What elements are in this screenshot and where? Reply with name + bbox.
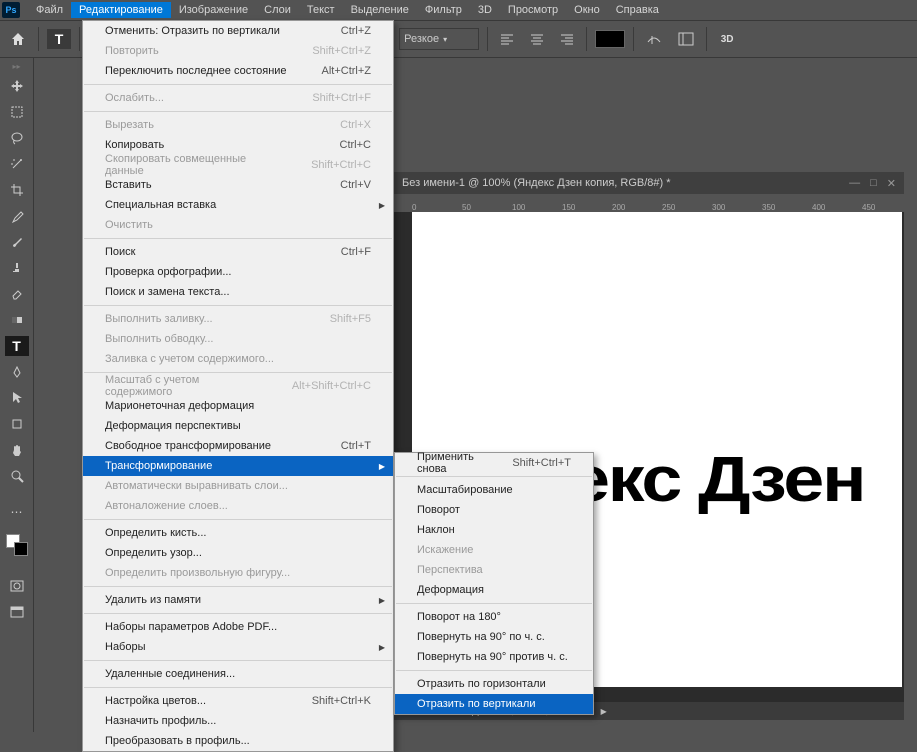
gradient-tool[interactable] — [5, 310, 29, 330]
menuitem[interactable]: Удалить из памяти — [83, 590, 393, 610]
document-title: Без имени-1 @ 100% (Яндекс Дзен копия, R… — [402, 177, 671, 189]
menuitem[interactable]: Деформация перспективы — [83, 416, 393, 436]
maximize-icon[interactable]: □ — [870, 177, 877, 190]
quickmask-icon[interactable] — [5, 576, 29, 596]
menuitem[interactable]: Отразить по горизонтали — [395, 674, 593, 694]
shape-tool[interactable] — [5, 414, 29, 434]
move-tool[interactable] — [5, 76, 29, 96]
more-tools-icon[interactable]: ⋯ — [5, 502, 29, 522]
menuitem[interactable]: Свободное трансформированиеCtrl+T — [83, 436, 393, 456]
align-left-icon[interactable] — [496, 28, 518, 50]
antialias-dropdown[interactable]: Резкое▾ — [399, 28, 479, 50]
menuitem[interactable]: Преобразовать в профиль... — [83, 731, 393, 751]
brush-tool[interactable] — [5, 232, 29, 252]
menuitem[interactable]: Марионеточная деформация — [83, 396, 393, 416]
menu-окно[interactable]: Окно — [566, 2, 608, 18]
hand-tool[interactable] — [5, 440, 29, 460]
close-icon[interactable]: ✕ — [887, 177, 896, 190]
menuitem[interactable]: КопироватьCtrl+C — [83, 135, 393, 155]
text-tool-indicator[interactable]: T — [47, 29, 71, 49]
menuitem[interactable]: Наборы параметров Adobe PDF... — [83, 617, 393, 637]
menuitem[interactable]: Отменить: Отразить по вертикалиCtrl+Z — [83, 21, 393, 41]
menu-текст[interactable]: Текст — [299, 2, 343, 18]
handle-icon[interactable]: ▸▸ — [5, 62, 29, 70]
left-toolbox: ▸▸ T ⋯ — [0, 58, 34, 732]
status-caret[interactable]: ▶ — [601, 707, 607, 716]
menuitem[interactable]: Специальная вставка — [83, 195, 393, 215]
menu-выделение[interactable]: Выделение — [343, 2, 417, 18]
menu-файл[interactable]: Файл — [28, 2, 71, 18]
menuitem[interactable]: ПоискCtrl+F — [83, 242, 393, 262]
marquee-tool[interactable] — [5, 102, 29, 122]
edit-menu-dropdown: Отменить: Отразить по вертикалиCtrl+ZПов… — [82, 20, 394, 752]
align-right-icon[interactable] — [556, 28, 578, 50]
menuitem[interactable]: Назначить профиль... — [83, 711, 393, 731]
ruler-horizontal: 050100150200250300350400450500 — [394, 194, 904, 212]
menuitem: ПовторитьShift+Ctrl+Z — [83, 41, 393, 61]
menuitem[interactable]: Удаленные соединения... — [83, 664, 393, 684]
menu-изображение[interactable]: Изображение — [171, 2, 256, 18]
crop-tool[interactable] — [5, 180, 29, 200]
color-swatches[interactable] — [6, 534, 28, 556]
menuitem[interactable]: ВставитьCtrl+V — [83, 175, 393, 195]
menuitem[interactable]: Масштабирование — [395, 480, 593, 500]
menuitem[interactable]: Повернуть на 90° против ч. с. — [395, 647, 593, 667]
text-color-swatch[interactable] — [595, 30, 625, 48]
menuitem[interactable]: Поиск и замена текста... — [83, 282, 393, 302]
menuitem[interactable]: Переключить последнее состояниеAlt+Ctrl+… — [83, 61, 393, 81]
path-select-tool[interactable] — [5, 388, 29, 408]
menuitem[interactable]: Наклон — [395, 520, 593, 540]
wand-tool[interactable] — [5, 154, 29, 174]
menuitem[interactable]: Повернуть на 90° по ч. с. — [395, 627, 593, 647]
menuitem[interactable]: Трансформирование — [83, 456, 393, 476]
align-center-icon[interactable] — [526, 28, 548, 50]
menu-слои[interactable]: Слои — [256, 2, 299, 18]
pen-tool[interactable] — [5, 362, 29, 382]
minimize-icon[interactable]: — — [849, 177, 860, 190]
menuitem[interactable]: Определить узор... — [83, 543, 393, 563]
char-panel-icon[interactable] — [674, 27, 698, 51]
menu-3d[interactable]: 3D — [470, 2, 500, 18]
menuitem: ВырезатьCtrl+X — [83, 115, 393, 135]
menuitem[interactable]: Поворот — [395, 500, 593, 520]
menuitem[interactable]: Определить кисть... — [83, 523, 393, 543]
menuitem[interactable]: Применить сноваShift+Ctrl+T — [395, 453, 593, 473]
menuitem: Заливка с учетом содержимого... — [83, 349, 393, 369]
stamp-tool[interactable] — [5, 258, 29, 278]
lasso-tool[interactable] — [5, 128, 29, 148]
zoom-tool[interactable] — [5, 466, 29, 486]
menuitem[interactable]: Поворот на 180° — [395, 607, 593, 627]
3d-icon[interactable]: 3D — [715, 27, 739, 51]
type-tool[interactable]: T — [5, 336, 29, 356]
menuitem: Очистить — [83, 215, 393, 235]
transform-submenu: Применить сноваShift+Ctrl+T Масштабирован… — [394, 452, 594, 715]
menuitem: Масштаб с учетом содержимогоAlt+Shift+Ct… — [83, 376, 393, 396]
menuitem[interactable]: Деформация — [395, 580, 593, 600]
menuitem: Скопировать совмещенные данныеShift+Ctrl… — [83, 155, 393, 175]
document-tab[interactable]: Без имени-1 @ 100% (Яндекс Дзен копия, R… — [394, 172, 904, 194]
menubar: Ps ФайлРедактированиеИзображениеСлоиТекс… — [0, 0, 917, 20]
menu-редактирование[interactable]: Редактирование — [71, 2, 171, 18]
menuitem: Автоналожение слоев... — [83, 496, 393, 516]
menuitem: Выполнить заливку...Shift+F5 — [83, 309, 393, 329]
menuitem: Ослабить...Shift+Ctrl+F — [83, 88, 393, 108]
menuitem[interactable]: Отразить по вертикали — [395, 694, 593, 714]
menu-просмотр[interactable]: Просмотр — [500, 2, 566, 18]
app-icon: Ps — [2, 2, 20, 18]
warp-text-icon[interactable] — [642, 27, 666, 51]
home-icon[interactable] — [6, 27, 30, 51]
menuitem[interactable]: Проверка орфографии... — [83, 262, 393, 282]
menuitem: Перспектива — [395, 560, 593, 580]
menuitem: Автоматически выравнивать слои... — [83, 476, 393, 496]
eyedropper-tool[interactable] — [5, 206, 29, 226]
screenmode-icon[interactable] — [5, 602, 29, 622]
menu-справка[interactable]: Справка — [608, 2, 667, 18]
menu-фильтр[interactable]: Фильтр — [417, 2, 470, 18]
menuitem[interactable]: Наборы — [83, 637, 393, 657]
menuitem: Выполнить обводку... — [83, 329, 393, 349]
eraser-tool[interactable] — [5, 284, 29, 304]
menuitem[interactable]: Настройка цветов...Shift+Ctrl+K — [83, 691, 393, 711]
menuitem: Определить произвольную фигуру... — [83, 563, 393, 583]
menuitem: Искажение — [395, 540, 593, 560]
